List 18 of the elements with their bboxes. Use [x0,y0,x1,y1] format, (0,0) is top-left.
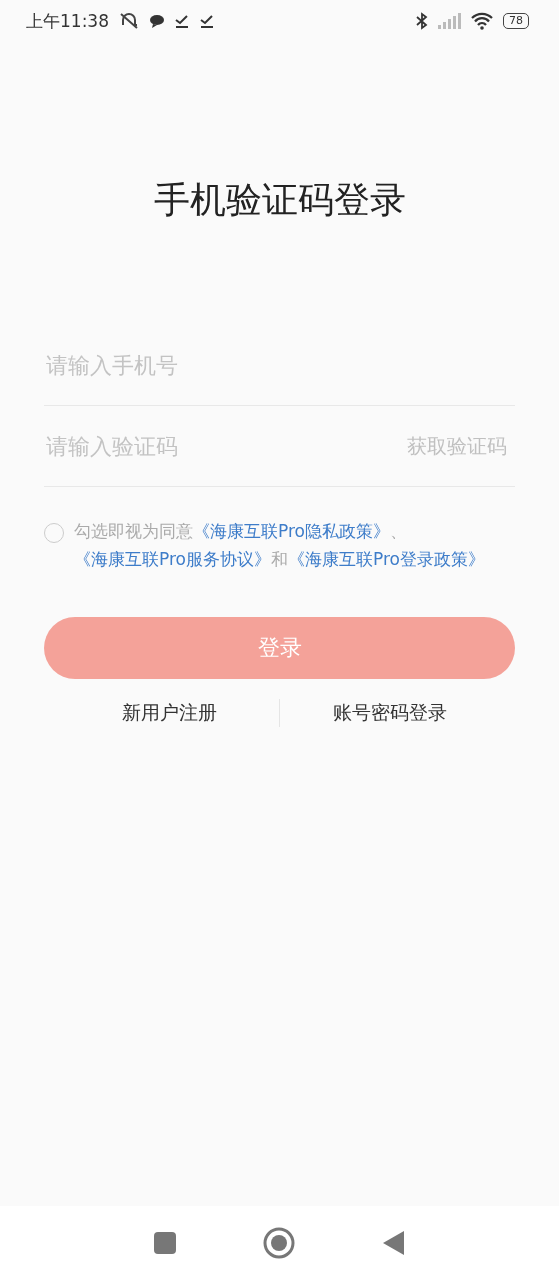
chat-bubble-icon [149,13,165,29]
register-link[interactable]: 新用户注册 [60,700,279,726]
password-login-link[interactable]: 账号密码登录 [280,700,499,726]
battery-indicator: 78 [503,13,529,29]
signal-icon [437,13,461,29]
recents-icon[interactable] [153,1231,178,1255]
agreement-text: 勾选即视为同意《海康互联Pro隐私政策》、 《海康互联Pro服务协议》和《海康互联Pro登录政策》 [74,520,486,571]
policy-link[interactable]: 《海康互联Pro登录政策》 [288,549,485,569]
policy-link[interactable]: 《海康互联Pro服务协议》 [74,549,271,569]
policy-link[interactable]: 《海康互联Pro隐私政策》 [193,521,390,541]
back-icon[interactable] [381,1230,406,1256]
wifi-icon [470,12,494,30]
status-time: 上午11:38 [26,9,109,33]
home-icon[interactable] [263,1227,296,1259]
check-icon [174,13,190,29]
check-icon [199,13,215,29]
page-title: 手机验证码登录 [152,178,407,222]
bluetooth-icon [416,12,428,30]
